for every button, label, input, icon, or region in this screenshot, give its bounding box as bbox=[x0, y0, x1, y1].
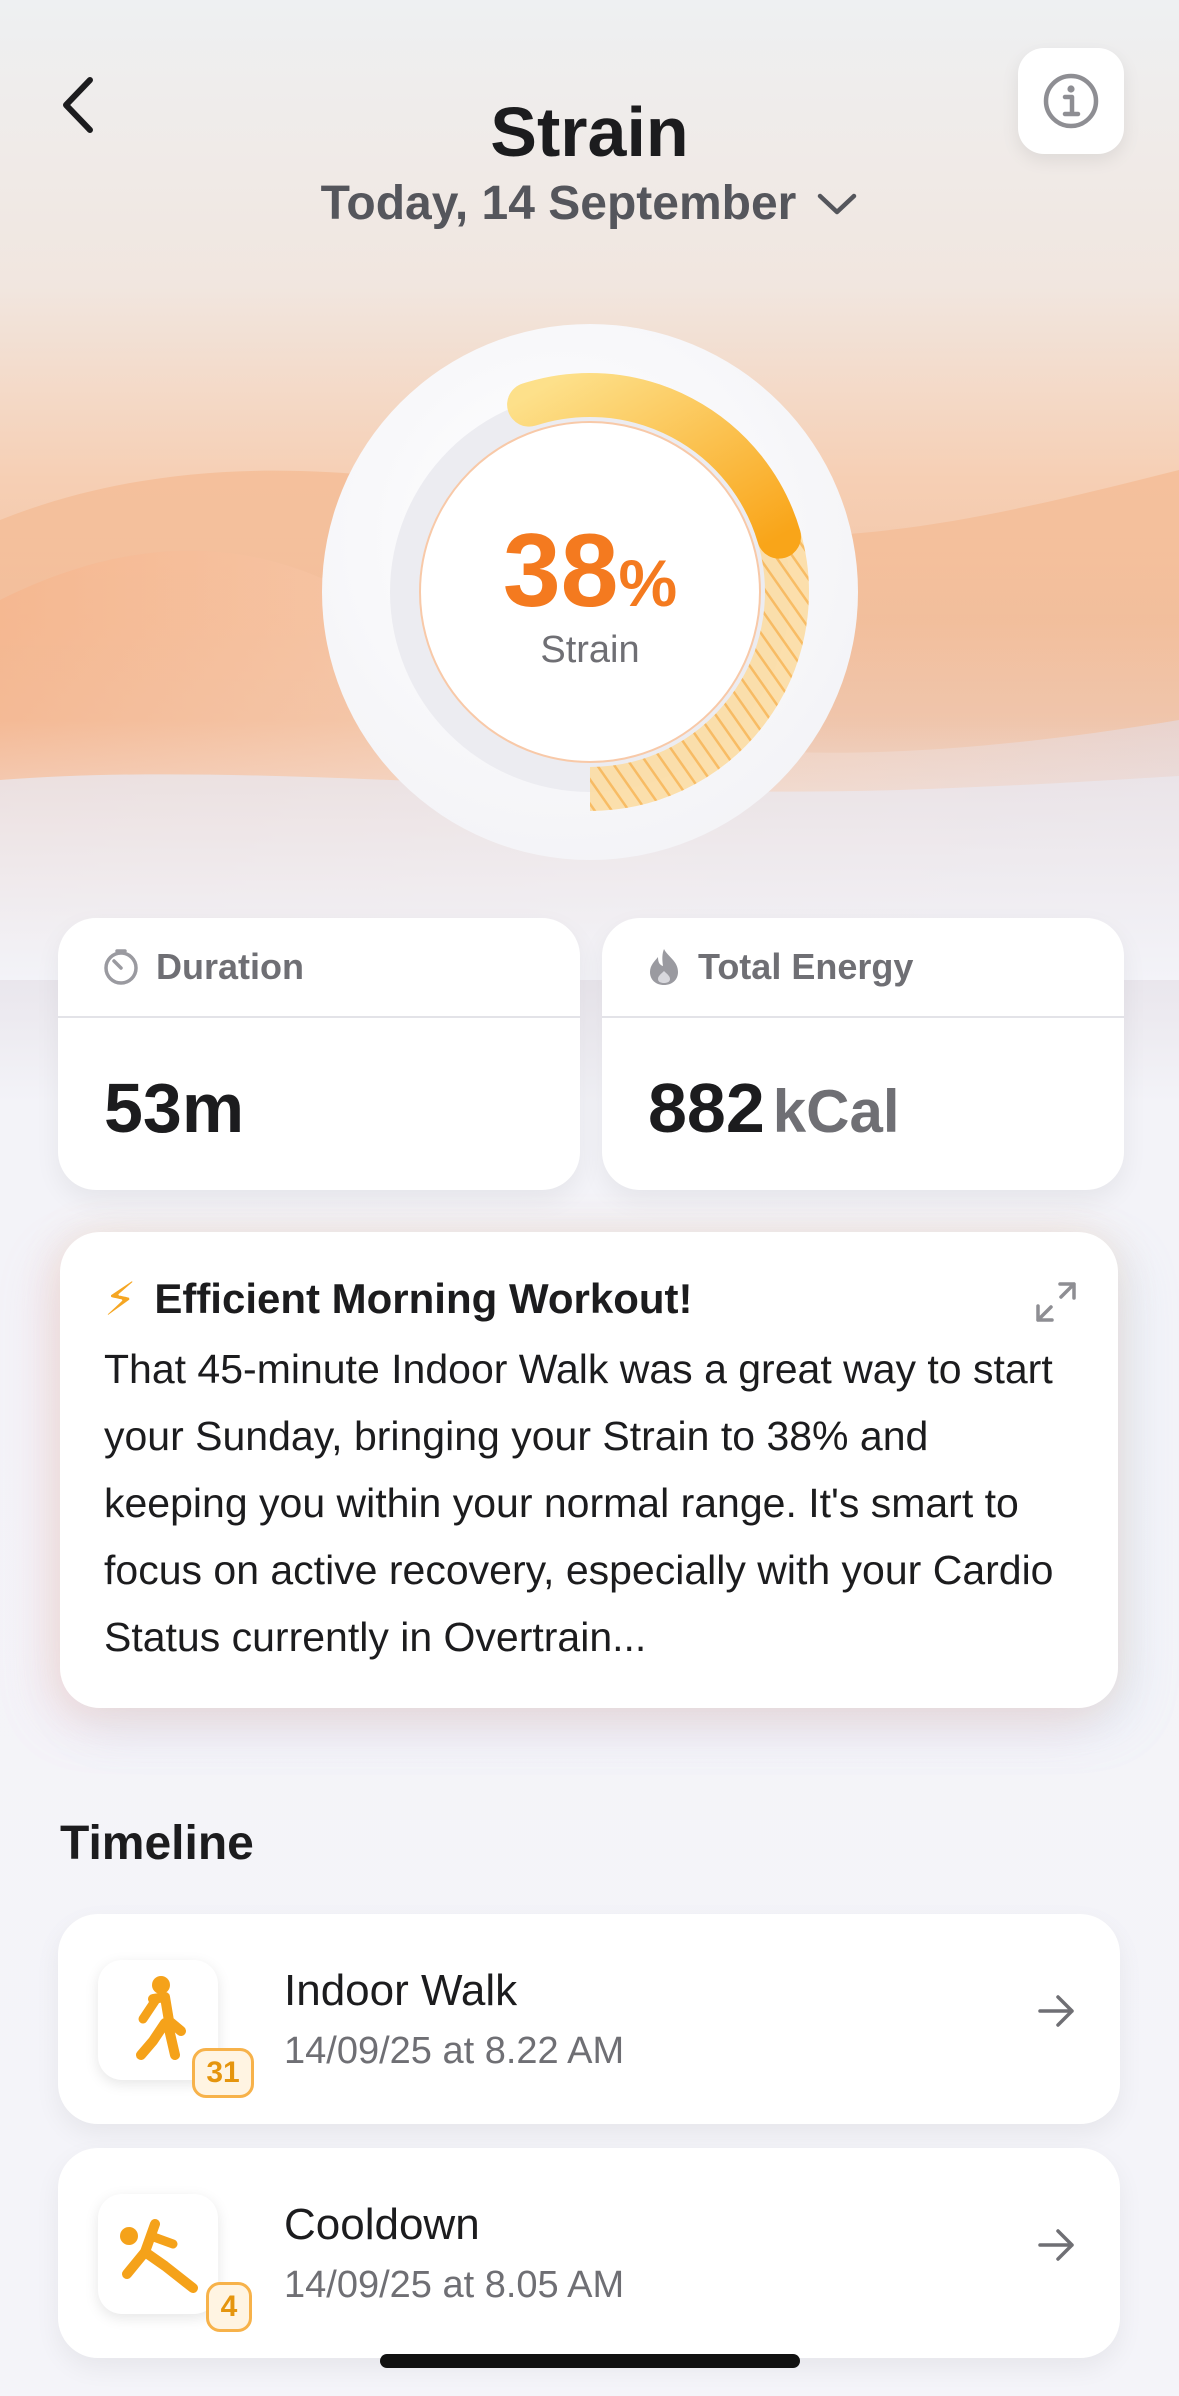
duration-card[interactable]: Duration 53m bbox=[58, 918, 580, 1190]
activity-name: Cooldown bbox=[284, 2200, 480, 2249]
insight-card[interactable]: ⚡ Efficient Morning Workout! That 45-min… bbox=[60, 1232, 1118, 1708]
timeline-item-indoor-walk[interactable]: 31 Indoor Walk 14/09/25 at 8.22 AM bbox=[58, 1914, 1120, 2124]
lightning-icon: ⚡ bbox=[104, 1273, 137, 1325]
duration-value: 53m bbox=[104, 1069, 245, 1147]
arrow-right-icon bbox=[1038, 1994, 1076, 2033]
activity-name: Indoor Walk bbox=[284, 1966, 518, 2015]
stretching-icon bbox=[120, 2219, 198, 2293]
insight-title: Efficient Morning Workout! bbox=[154, 1275, 693, 1322]
chevron-down-icon bbox=[818, 193, 857, 214]
insight-body: That 45-minute Indoor Walk was a great w… bbox=[104, 1346, 1054, 1660]
date-selector[interactable]: Today, 14 September bbox=[0, 176, 1179, 231]
date-label: Today, 14 September bbox=[320, 177, 797, 230]
activity-time: 14/09/25 at 8.05 AM bbox=[284, 2264, 625, 2306]
page-title: Strain bbox=[490, 93, 689, 171]
gauge-center: 38% Strain bbox=[318, 320, 862, 864]
strain-screen: Strain Today, 14 September 38% Strain Du… bbox=[0, 0, 1179, 2396]
strain-gauge: 38% Strain bbox=[318, 320, 862, 864]
energy-header: Total Energy bbox=[602, 918, 1124, 1018]
walking-icon bbox=[136, 1976, 186, 2060]
activity-badge: 31 bbox=[192, 2048, 254, 2098]
arrow-right-icon bbox=[1038, 2228, 1076, 2267]
timeline-title: Timeline bbox=[60, 1817, 254, 1870]
expand-button[interactable] bbox=[1034, 1280, 1078, 1329]
energy-label: Total Energy bbox=[698, 946, 914, 987]
activity-icon-box bbox=[98, 2194, 218, 2314]
duration-header: Duration bbox=[58, 918, 580, 1018]
energy-value: 882 kCal bbox=[648, 1069, 900, 1147]
activity-badge: 4 bbox=[206, 2282, 252, 2332]
flame-icon bbox=[650, 949, 678, 985]
activity-time: 14/09/25 at 8.22 AM bbox=[284, 2030, 625, 2072]
home-indicator[interactable] bbox=[380, 2354, 800, 2368]
expand-icon bbox=[1036, 1282, 1076, 1322]
stopwatch-icon bbox=[104, 949, 138, 985]
total-energy-card[interactable]: Total Energy 882 kCal bbox=[602, 918, 1124, 1190]
strain-label: Strain bbox=[540, 628, 640, 671]
timeline-item-cooldown[interactable]: 4 Cooldown 14/09/25 at 8.05 AM bbox=[58, 2148, 1120, 2358]
insight-header: ⚡ Efficient Morning Workout! bbox=[104, 1272, 1074, 1326]
duration-label: Duration bbox=[156, 946, 304, 987]
strain-percentage: 38% bbox=[502, 512, 678, 629]
